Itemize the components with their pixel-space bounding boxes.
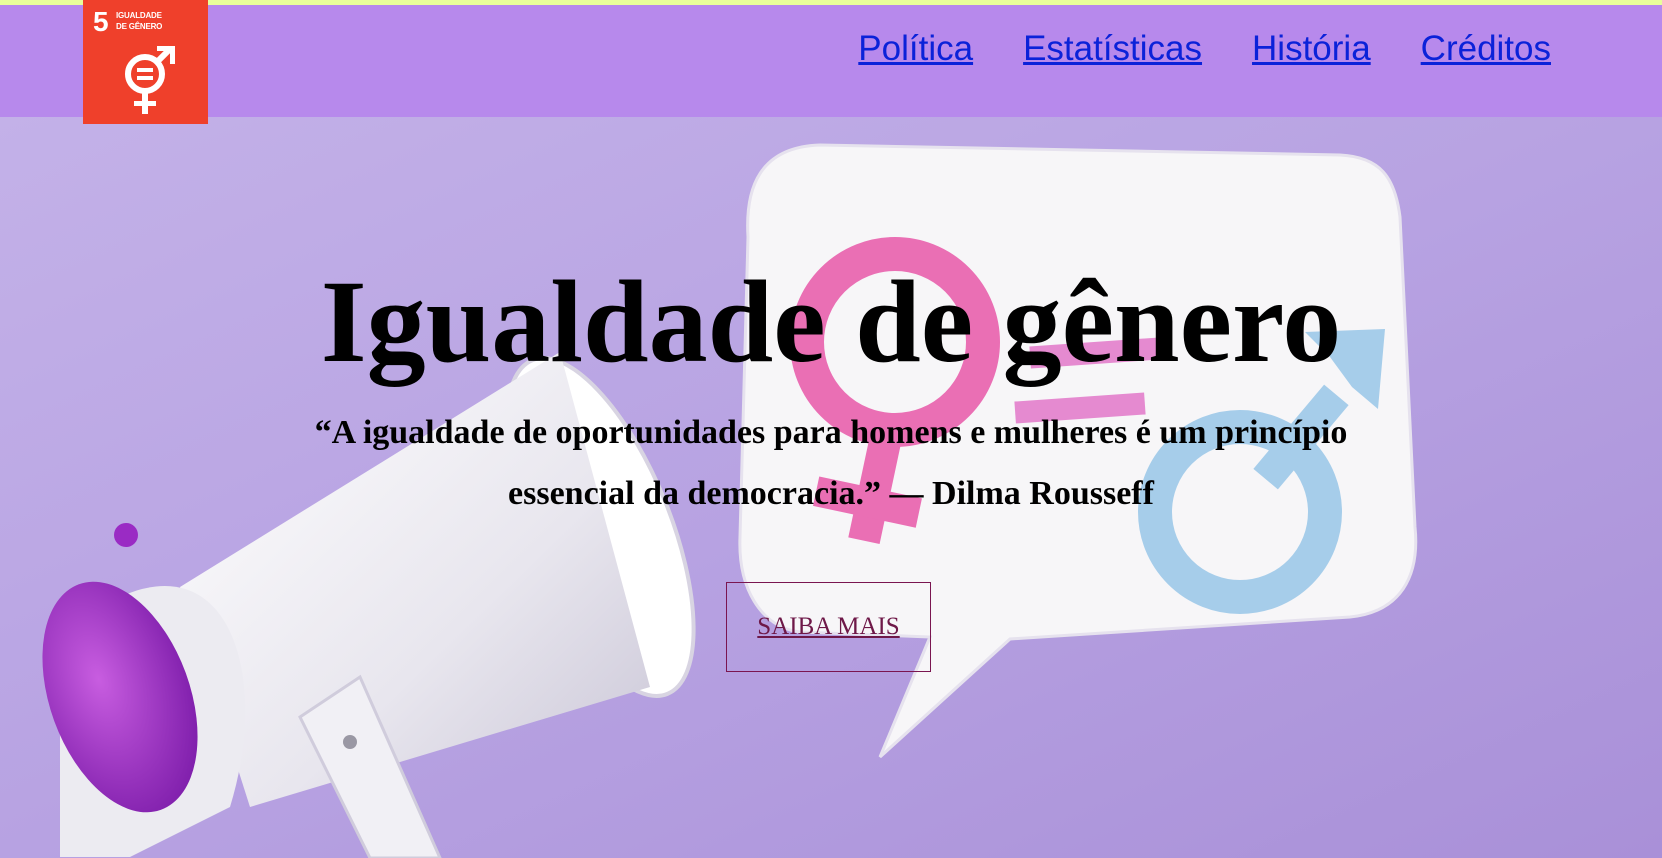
gender-equality-icon <box>125 45 175 114</box>
main-nav: Política Estatísticas História Créditos <box>858 29 1551 69</box>
top-stripe <box>0 0 1662 5</box>
page: Política Estatísticas História Créditos … <box>0 0 1662 858</box>
logo-text: IGUALDADE DE GÊNERO <box>116 10 176 32</box>
nav-link-historia[interactable]: História <box>1252 29 1371 69</box>
logo-text-line1: IGUALDADE <box>116 11 162 20</box>
logo-number: 5 <box>93 6 109 37</box>
nav-link-creditos[interactable]: Créditos <box>1421 29 1551 69</box>
nav-link-politica[interactable]: Política <box>858 29 973 69</box>
navbar: Política Estatísticas História Créditos <box>0 5 1662 117</box>
nav-link-estatisticas[interactable]: Estatísticas <box>1023 29 1202 69</box>
sdg5-logo[interactable]: 5 IGUALDADE DE GÊNERO <box>83 0 208 124</box>
hero-section: Igualdade de gênero “A igualdade de opor… <box>0 117 1662 858</box>
hero-title: Igualdade de gênero <box>320 256 1342 387</box>
hero-quote: “A igualdade de oportunidades para homen… <box>314 414 1348 512</box>
saiba-mais-button[interactable]: SAIBA MAIS <box>726 582 931 672</box>
logo-text-line2: DE GÊNERO <box>116 22 163 31</box>
